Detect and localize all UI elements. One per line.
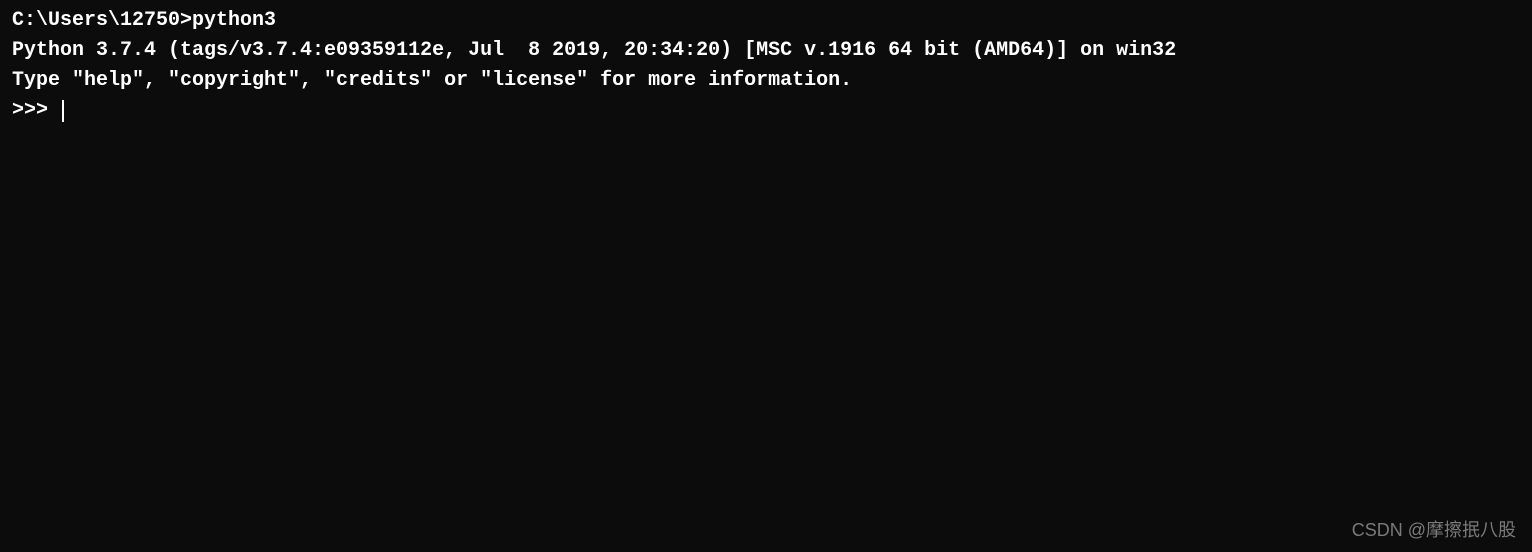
terminal-line-2: Python 3.7.4 (tags/v3.7.4:e09359112e, Ju… <box>12 36 1520 66</box>
shell-prompt: C:\Users\12750> <box>12 9 192 32</box>
terminal-line-4[interactable]: >>> <box>12 96 1520 126</box>
terminal-line-1: C:\Users\12750>python3 <box>12 6 1520 36</box>
terminal-line-3: Type "help", "copyright", "credits" or "… <box>12 66 1520 96</box>
command-input: python3 <box>192 9 276 32</box>
watermark-text: CSDN @摩擦抿八股 <box>1352 517 1516 544</box>
python-prompt: >>> <box>12 96 60 126</box>
cursor-icon <box>62 100 64 122</box>
